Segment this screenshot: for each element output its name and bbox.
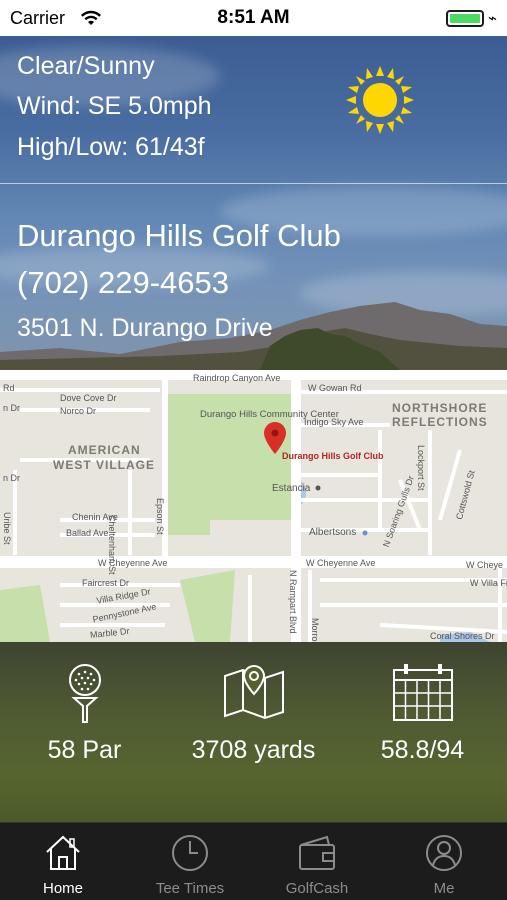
stat-yardage: 3708 yards [169,642,338,822]
map-street-label: W Villa Fi [470,578,507,588]
tab-home[interactable]: Home [0,823,126,900]
tab-golfcash[interactable]: GolfCash [254,823,380,900]
map-street-label: Norco Dr [60,406,97,416]
tab-home-label: Home [42,880,83,897]
stat-yardage-value: 3708 yards [191,736,316,764]
battery-level [450,14,480,23]
weather-panel: Clear/Sunny Wind: SE 5.0mph High/Low: 61… [0,36,507,184]
map-street-label: Faircrest Dr [82,578,129,588]
course-header: Clear/Sunny Wind: SE 5.0mph High/Low: 61… [0,36,507,370]
clock-time: 8:51 AM [217,7,290,28]
stat-rating-value: 58.8/94 [380,736,465,764]
person-icon [426,835,462,871]
map-street-label: Coral Shores Dr [430,631,495,641]
map-street-label: Raindrop Canyon Ave [193,373,281,383]
course-map[interactable]: Raindrop Canyon Ave W Gowan Rd Rd n Dr n… [0,370,507,642]
map-pin-icon [223,664,284,720]
club-phone[interactable]: (702) 229-4653 [17,265,229,301]
map-street-label: N Rampart Blvd [288,570,298,634]
club-name: Durango Hills Golf Club [17,218,341,253]
map-street-label: Morro [310,618,320,642]
map-street-label: Epson St [155,498,165,535]
charging-icon: ⌁ [488,10,498,27]
map-street-label: n Dr [3,403,21,413]
tab-bar: Home Tee Times GolfCash Me [0,822,507,900]
status-bar: Carrier 8:51 AM ⌁ [0,0,507,36]
course-stats: 58 Par 3708 yards 58.8/94 [0,642,507,822]
map-street-label: Uribe St [2,512,12,545]
wallet-icon [299,835,335,870]
map-street-label: W Cheye [466,560,504,570]
map-pin-label[interactable]: Durango Hills Golf Club [282,451,384,461]
map-area-label: AMERICAN [68,443,141,457]
weather-condition: Clear/Sunny [17,52,155,80]
tab-me-label: Me [433,880,455,897]
map-street-label: W Cheyenne Ave [306,558,376,568]
map-place-label: Estancia [272,483,311,494]
tab-golfcash-label: GolfCash [285,880,349,897]
golf-ball-on-tee-icon [68,664,101,723]
stat-par-value: 58 Par [47,736,122,764]
battery-icon [446,10,484,27]
map-area-label: NORTHSHORE [392,401,488,415]
calendar-icon [392,664,453,721]
map-street-label: Lockport St [416,445,426,491]
tab-me[interactable]: Me [381,823,507,900]
map-street-label: Dove Cove Dr [60,393,117,403]
map-area-label: WEST VILLAGE [53,458,155,472]
map-street-label: Ballad Ave [66,528,109,538]
tab-tee-times[interactable]: Tee Times [127,823,253,900]
map-place-label: Albertsons [309,527,357,538]
map-street-label: W Cheyenne Ave [98,558,168,568]
club-address: 3501 N. Durango Drive [17,314,273,342]
tab-tee-times-label: Tee Times [155,880,225,897]
clock-icon [172,835,208,871]
stat-rating: 58.8/94 [338,642,507,822]
map-street-label: Rd [3,383,15,393]
weather-high-low: High/Low: 61/43f [17,133,205,161]
sun-icon [346,66,414,134]
map-street-label: n Dr [3,473,21,483]
home-icon [46,835,80,870]
map-place-label: Durango Hills Community Center [200,409,339,420]
map-area-label: REFLECTIONS [392,415,488,429]
weather-wind: Wind: SE 5.0mph [17,92,212,120]
stat-par: 58 Par [0,642,169,822]
map-street-label: W Gowan Rd [308,383,362,393]
